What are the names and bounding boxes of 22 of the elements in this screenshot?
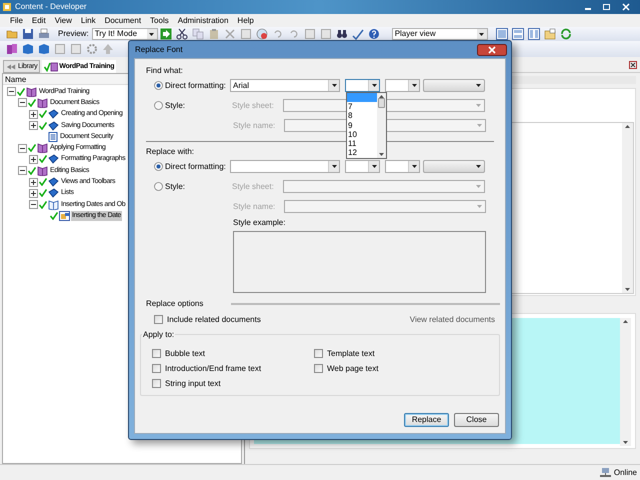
- status-text: Online: [614, 468, 637, 476]
- radio-label: Direct formatting:: [165, 162, 227, 170]
- field-label: Style example:: [233, 219, 286, 227]
- preview-label: Preview:: [58, 30, 89, 38]
- section-heading: Replace with:: [146, 148, 194, 157]
- radio-label: Style:: [165, 102, 186, 110]
- checkbox-label: Include related documents: [167, 316, 261, 324]
- section-heading: Find what:: [146, 67, 183, 76]
- checkbox-label: Introduction/End frame text: [165, 364, 262, 372]
- window-title: Content - Developer: [15, 3, 87, 11]
- field-label: Style sheet:: [232, 182, 275, 190]
- group-label: Apply to:: [142, 331, 176, 339]
- section-heading: Replace options: [146, 300, 204, 308]
- checkbox-label: String input text: [165, 380, 221, 388]
- field-label: Style sheet:: [232, 102, 275, 110]
- dialog-title: Replace Font: [135, 46, 183, 54]
- field-label: Style name:: [233, 202, 276, 210]
- checkbox-label: Template text: [327, 350, 375, 358]
- checkbox-label: Bubble text: [165, 350, 206, 358]
- field-label: Style name:: [233, 122, 276, 130]
- checkbox-label: Web page text: [327, 364, 378, 372]
- radio-label: Style:: [165, 182, 186, 190]
